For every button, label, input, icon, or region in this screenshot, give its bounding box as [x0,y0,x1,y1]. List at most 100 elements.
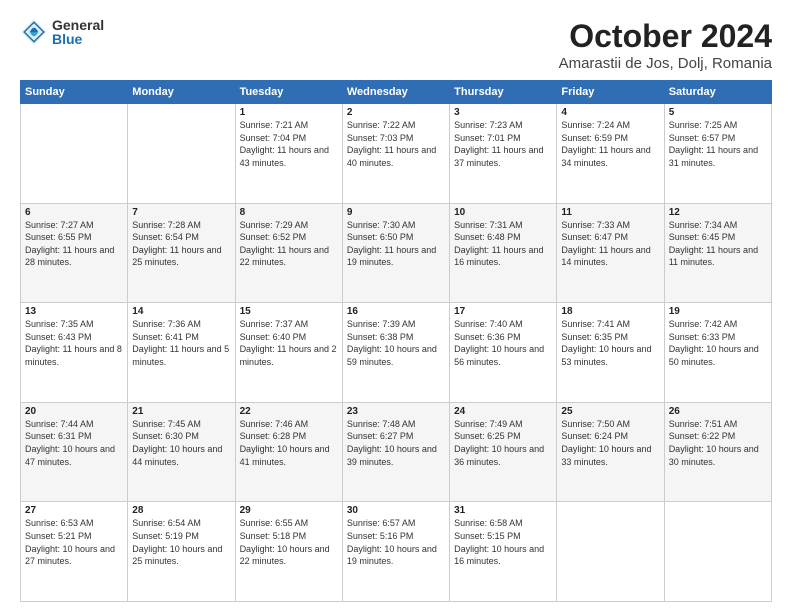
sunset-text: Sunset: 5:21 PM [25,531,92,541]
calendar-day-cell: 7 Sunrise: 7:28 AM Sunset: 6:54 PM Dayli… [128,203,235,303]
day-info: Sunrise: 7:30 AM Sunset: 6:50 PM Dayligh… [347,219,445,269]
day-number: 8 [240,207,338,218]
sunrise-text: Sunrise: 7:28 AM [132,220,201,230]
calendar-day-cell: 1 Sunrise: 7:21 AM Sunset: 7:04 PM Dayli… [235,104,342,204]
day-info: Sunrise: 7:34 AM Sunset: 6:45 PM Dayligh… [669,219,767,269]
calendar-day-cell [557,502,664,602]
calendar-weekday-header: Tuesday [235,81,342,104]
calendar-day-cell: 30 Sunrise: 6:57 AM Sunset: 5:16 PM Dayl… [342,502,449,602]
daylight-text: Daylight: 11 hours and 28 minutes. [25,245,114,268]
day-info: Sunrise: 7:33 AM Sunset: 6:47 PM Dayligh… [561,219,659,269]
logo-blue-text: Blue [52,32,104,46]
calendar-day-cell: 29 Sunrise: 6:55 AM Sunset: 5:18 PM Dayl… [235,502,342,602]
daylight-text: Daylight: 11 hours and 43 minutes. [240,145,329,168]
day-info: Sunrise: 7:22 AM Sunset: 7:03 PM Dayligh… [347,119,445,169]
title-block: October 2024 Amarastii de Jos, Dolj, Rom… [559,18,772,72]
page-title: October 2024 [559,18,772,55]
day-info: Sunrise: 7:39 AM Sunset: 6:38 PM Dayligh… [347,318,445,368]
day-info: Sunrise: 7:48 AM Sunset: 6:27 PM Dayligh… [347,418,445,468]
calendar-week-row: 1 Sunrise: 7:21 AM Sunset: 7:04 PM Dayli… [21,104,772,204]
day-number: 11 [561,207,659,218]
calendar-weekday-header: Monday [128,81,235,104]
daylight-text: Daylight: 10 hours and 56 minutes. [454,344,544,367]
sunrise-text: Sunrise: 7:33 AM [561,220,630,230]
day-number: 18 [561,306,659,317]
day-number: 2 [347,107,445,118]
day-info: Sunrise: 7:27 AM Sunset: 6:55 PM Dayligh… [25,219,123,269]
day-number: 28 [132,505,230,516]
day-info: Sunrise: 6:53 AM Sunset: 5:21 PM Dayligh… [25,517,123,567]
sunrise-text: Sunrise: 7:36 AM [132,319,201,329]
day-number: 27 [25,505,123,516]
calendar-day-cell: 2 Sunrise: 7:22 AM Sunset: 7:03 PM Dayli… [342,104,449,204]
calendar-day-cell: 17 Sunrise: 7:40 AM Sunset: 6:36 PM Dayl… [450,303,557,403]
calendar-weekday-header: Friday [557,81,664,104]
sunrise-text: Sunrise: 7:50 AM [561,419,630,429]
sunset-text: Sunset: 6:27 PM [347,431,414,441]
sunrise-text: Sunrise: 7:45 AM [132,419,201,429]
day-info: Sunrise: 7:49 AM Sunset: 6:25 PM Dayligh… [454,418,552,468]
calendar-weekday-header: Thursday [450,81,557,104]
sunset-text: Sunset: 6:50 PM [347,232,414,242]
daylight-text: Daylight: 11 hours and 34 minutes. [561,145,650,168]
sunset-text: Sunset: 6:47 PM [561,232,628,242]
sunset-text: Sunset: 6:43 PM [25,332,92,342]
day-number: 7 [132,207,230,218]
day-info: Sunrise: 7:24 AM Sunset: 6:59 PM Dayligh… [561,119,659,169]
sunrise-text: Sunrise: 7:35 AM [25,319,94,329]
day-info: Sunrise: 7:41 AM Sunset: 6:35 PM Dayligh… [561,318,659,368]
daylight-text: Daylight: 10 hours and 16 minutes. [454,544,544,567]
sunset-text: Sunset: 6:31 PM [25,431,92,441]
calendar-day-cell: 16 Sunrise: 7:39 AM Sunset: 6:38 PM Dayl… [342,303,449,403]
page: General Blue October 2024 Amarastii de J… [0,0,792,612]
calendar-day-cell: 23 Sunrise: 7:48 AM Sunset: 6:27 PM Dayl… [342,402,449,502]
day-number: 1 [240,107,338,118]
daylight-text: Daylight: 10 hours and 25 minutes. [132,544,222,567]
sunrise-text: Sunrise: 7:40 AM [454,319,523,329]
sunset-text: Sunset: 6:52 PM [240,232,307,242]
day-number: 24 [454,406,552,417]
day-info: Sunrise: 7:28 AM Sunset: 6:54 PM Dayligh… [132,219,230,269]
sunset-text: Sunset: 6:28 PM [240,431,307,441]
day-number: 30 [347,505,445,516]
calendar-table: SundayMondayTuesdayWednesdayThursdayFrid… [20,80,772,602]
sunset-text: Sunset: 5:16 PM [347,531,414,541]
calendar-day-cell: 18 Sunrise: 7:41 AM Sunset: 6:35 PM Dayl… [557,303,664,403]
calendar-day-cell: 26 Sunrise: 7:51 AM Sunset: 6:22 PM Dayl… [664,402,771,502]
calendar-week-row: 6 Sunrise: 7:27 AM Sunset: 6:55 PM Dayli… [21,203,772,303]
calendar-week-row: 20 Sunrise: 7:44 AM Sunset: 6:31 PM Dayl… [21,402,772,502]
calendar-day-cell [21,104,128,204]
day-info: Sunrise: 6:58 AM Sunset: 5:15 PM Dayligh… [454,517,552,567]
sunset-text: Sunset: 6:41 PM [132,332,199,342]
sunrise-text: Sunrise: 7:51 AM [669,419,738,429]
sunset-text: Sunset: 5:15 PM [454,531,521,541]
sunrise-text: Sunrise: 7:21 AM [240,120,309,130]
day-info: Sunrise: 7:29 AM Sunset: 6:52 PM Dayligh… [240,219,338,269]
sunrise-text: Sunrise: 7:49 AM [454,419,523,429]
day-info: Sunrise: 6:55 AM Sunset: 5:18 PM Dayligh… [240,517,338,567]
sunrise-text: Sunrise: 7:22 AM [347,120,416,130]
calendar-day-cell: 21 Sunrise: 7:45 AM Sunset: 6:30 PM Dayl… [128,402,235,502]
daylight-text: Daylight: 11 hours and 40 minutes. [347,145,436,168]
sunset-text: Sunset: 6:30 PM [132,431,199,441]
daylight-text: Daylight: 11 hours and 31 minutes. [669,145,758,168]
calendar-day-cell: 11 Sunrise: 7:33 AM Sunset: 6:47 PM Dayl… [557,203,664,303]
calendar-week-row: 13 Sunrise: 7:35 AM Sunset: 6:43 PM Dayl… [21,303,772,403]
day-info: Sunrise: 7:46 AM Sunset: 6:28 PM Dayligh… [240,418,338,468]
daylight-text: Daylight: 10 hours and 36 minutes. [454,444,544,467]
calendar-day-cell: 12 Sunrise: 7:34 AM Sunset: 6:45 PM Dayl… [664,203,771,303]
sunrise-text: Sunrise: 6:58 AM [454,518,523,528]
day-number: 6 [25,207,123,218]
sunset-text: Sunset: 6:33 PM [669,332,736,342]
daylight-text: Daylight: 11 hours and 37 minutes. [454,145,543,168]
sunrise-text: Sunrise: 6:57 AM [347,518,416,528]
sunset-text: Sunset: 6:48 PM [454,232,521,242]
calendar-day-cell: 22 Sunrise: 7:46 AM Sunset: 6:28 PM Dayl… [235,402,342,502]
logo-text: General Blue [52,18,104,46]
day-number: 4 [561,107,659,118]
daylight-text: Daylight: 11 hours and 5 minutes. [132,344,229,367]
sunset-text: Sunset: 6:38 PM [347,332,414,342]
day-info: Sunrise: 7:23 AM Sunset: 7:01 PM Dayligh… [454,119,552,169]
sunrise-text: Sunrise: 7:44 AM [25,419,94,429]
day-number: 12 [669,207,767,218]
